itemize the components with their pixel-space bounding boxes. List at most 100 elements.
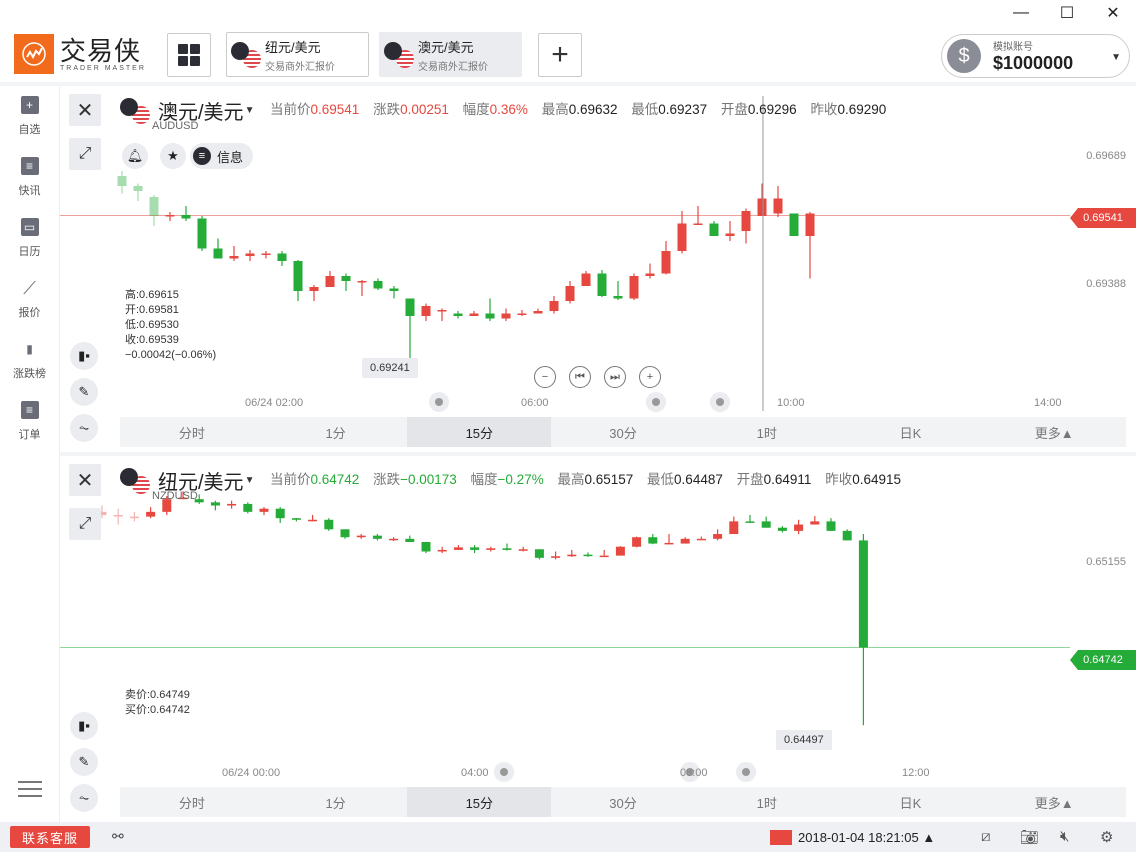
candle[interactable]: [551, 551, 561, 560]
candle[interactable]: [227, 500, 237, 509]
candle[interactable]: [533, 308, 543, 314]
minimize-button[interactable]: —: [998, 0, 1044, 26]
close-panel-button[interactable]: ✕: [69, 464, 101, 496]
timeframe-tab[interactable]: 1分: [264, 787, 408, 817]
candle[interactable]: [470, 545, 480, 554]
event-marker[interactable]: [710, 392, 730, 412]
candle[interactable]: [502, 543, 512, 551]
quote-tab-audusd[interactable]: 澳元/美元 交易商外汇报价: [379, 32, 522, 77]
candle[interactable]: [725, 221, 735, 241]
info-button[interactable]: ≡ 信息: [190, 143, 254, 169]
event-marker[interactable]: [736, 762, 756, 782]
star-icon[interactable]: ★: [160, 143, 186, 169]
event-marker[interactable]: [646, 392, 666, 412]
pencil-draw-icon[interactable]: ✎: [70, 378, 98, 406]
candle[interactable]: [293, 260, 303, 301]
candle[interactable]: [277, 251, 287, 266]
candle[interactable]: [661, 241, 671, 275]
candle[interactable]: [709, 221, 719, 236]
candle[interactable]: [453, 311, 463, 319]
candle[interactable]: [805, 212, 815, 279]
candle[interactable]: [261, 251, 271, 259]
candle[interactable]: [405, 298, 415, 366]
candle[interactable]: [713, 529, 723, 541]
candle[interactable]: [858, 534, 868, 726]
timeframe-more[interactable]: 更多▲: [982, 787, 1126, 817]
candle[interactable]: [773, 186, 783, 217]
candle[interactable]: [597, 270, 607, 297]
candle[interactable]: [741, 208, 751, 244]
timeframe-tab-active[interactable]: 15分: [407, 417, 552, 447]
candle[interactable]: [389, 286, 399, 299]
expand-icon[interactable]: ⤢: [69, 508, 101, 540]
candlestick-type-icon[interactable]: ▮▪: [70, 342, 98, 370]
candle[interactable]: [680, 537, 690, 544]
layout-grid-button[interactable]: [167, 33, 211, 77]
maximize-button[interactable]: ☐: [1044, 0, 1090, 26]
settings-icon[interactable]: ⚙: [1100, 828, 1113, 846]
candle[interactable]: [405, 535, 415, 542]
menu-icon[interactable]: [18, 776, 42, 802]
candle[interactable]: [757, 183, 767, 217]
candle[interactable]: [133, 183, 143, 202]
candle[interactable]: [567, 549, 577, 557]
candle[interactable]: [146, 507, 156, 519]
candle[interactable]: [648, 534, 658, 545]
jump-start-button[interactable]: ⏮: [569, 366, 591, 388]
candle[interactable]: [789, 213, 799, 237]
candle[interactable]: [826, 518, 836, 531]
candle[interactable]: [325, 271, 335, 287]
candle[interactable]: [729, 516, 739, 535]
candle[interactable]: [583, 552, 593, 557]
indicator-icon[interactable]: ⏦: [70, 784, 98, 812]
candle[interactable]: [275, 507, 285, 523]
candle[interactable]: [534, 549, 544, 560]
close-window-button[interactable]: ✕: [1090, 0, 1136, 26]
candle[interactable]: [664, 534, 674, 545]
timeframe-tab[interactable]: 分时: [120, 417, 264, 447]
candle[interactable]: [453, 545, 463, 550]
candle[interactable]: [599, 549, 609, 558]
candle[interactable]: [389, 537, 399, 542]
quote-tab-nzdusd[interactable]: 纽元/美元 交易商外汇报价: [226, 32, 369, 77]
sidebar-item-orders[interactable]: ≡ 订单: [0, 391, 59, 452]
candle[interactable]: [245, 250, 255, 261]
candlestick-chart-nzdusd[interactable]: [60, 456, 1136, 786]
bell-icon[interactable]: 🔔︎: [122, 143, 148, 169]
candle[interactable]: [794, 519, 804, 535]
candle[interactable]: [517, 310, 527, 316]
contact-support-button[interactable]: 联系客服: [10, 826, 90, 848]
candle[interactable]: [842, 529, 852, 541]
zoom-out-button[interactable]: −: [534, 366, 556, 388]
candle[interactable]: [469, 311, 479, 316]
zoom-in-button[interactable]: +: [639, 366, 661, 388]
candle[interactable]: [324, 518, 334, 531]
timeframe-tab[interactable]: 1时: [695, 787, 839, 817]
candle[interactable]: [373, 278, 383, 291]
indicator-icon[interactable]: ⏦: [70, 414, 98, 442]
candle[interactable]: [357, 280, 367, 296]
candle[interactable]: [485, 298, 495, 322]
candle[interactable]: [629, 273, 639, 301]
candle[interactable]: [421, 303, 431, 322]
candle[interactable]: [632, 536, 642, 548]
candle[interactable]: [372, 534, 382, 541]
candle[interactable]: [501, 308, 511, 322]
candle[interactable]: [421, 541, 431, 554]
candle[interactable]: [308, 515, 318, 522]
jump-end-button[interactable]: ⏭: [604, 366, 626, 388]
timeframe-tab[interactable]: 1分: [264, 417, 408, 447]
candle[interactable]: [565, 281, 575, 304]
candle[interactable]: [165, 212, 175, 221]
candle[interactable]: [341, 273, 351, 292]
timeframe-tab[interactable]: 1时: [695, 417, 839, 447]
timeframe-more[interactable]: 更多▲: [982, 417, 1126, 447]
candle[interactable]: [549, 296, 559, 314]
candle[interactable]: [117, 171, 127, 194]
candle[interactable]: [761, 516, 771, 528]
timeframe-tab[interactable]: 分时: [120, 787, 264, 817]
candle[interactable]: [259, 507, 269, 516]
close-panel-button[interactable]: ✕: [69, 94, 101, 126]
event-marker[interactable]: [429, 392, 449, 412]
sidebar-item-quotes[interactable]: ⟋ 报价: [0, 269, 59, 330]
